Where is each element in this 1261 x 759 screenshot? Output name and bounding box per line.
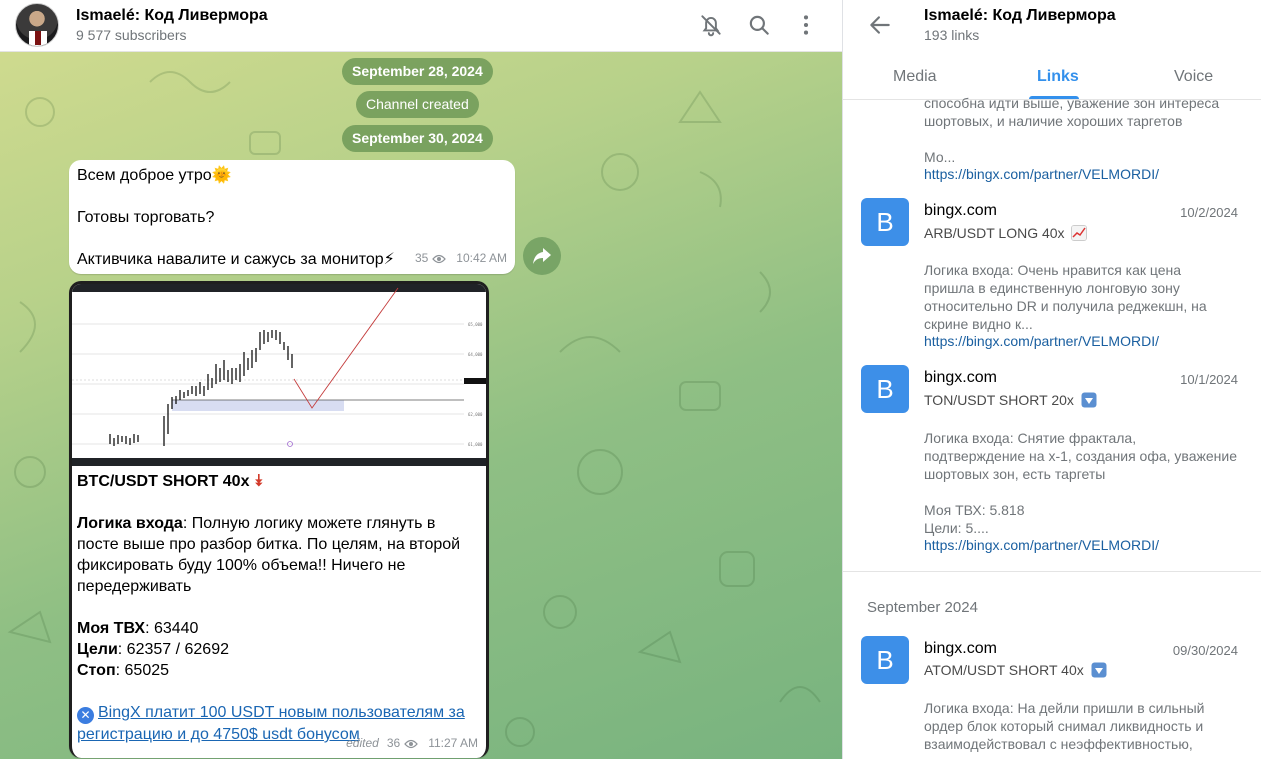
panel-subtitle: 193 links xyxy=(924,27,980,43)
link-date: 10/2/2024 xyxy=(1180,205,1238,220)
bingx-x-icon: ✕ xyxy=(77,707,94,724)
link-description: Логика входа: Очень нравится как цена xyxy=(924,262,1182,278)
link-title: TON/USDT SHORT 20x xyxy=(924,392,1074,408)
tab-voice[interactable]: Voice xyxy=(1174,68,1213,86)
link-description: Логика входа: На дейли пришли в сильный xyxy=(924,700,1205,716)
subscriber-count: 9 577 subscribers xyxy=(76,27,187,43)
link-url[interactable]: https://bingx.com/partner/VELMORDI/ xyxy=(924,166,1159,182)
link-description: шортовых, и наличие хороших таргетов xyxy=(924,113,1183,129)
link-description: Логика входа: Снятие фрактала, xyxy=(924,430,1137,446)
link-description: ордер блок который снимал ликвидность и xyxy=(924,718,1204,734)
link-title: ATOM/USDT SHORT 40x xyxy=(924,662,1084,678)
down-arrow-box-icon xyxy=(1081,392,1097,408)
link-domain[interactable]: bingx.com xyxy=(924,202,997,220)
search-icon[interactable] xyxy=(746,12,772,38)
link-thumbnail[interactable]: B xyxy=(861,198,909,246)
down-arrow-box-icon xyxy=(1091,662,1107,678)
link-url[interactable]: https://bingx.com/partner/VELMORDI/ xyxy=(924,333,1159,349)
link-description: пришла в единственную лонговую зону xyxy=(924,280,1180,296)
lightning-emoji-icon: ⚡ xyxy=(383,251,395,268)
back-arrow-icon[interactable] xyxy=(867,12,893,38)
svg-text:61,000: 61,000 xyxy=(468,442,483,447)
tab-links[interactable]: Links xyxy=(1037,68,1079,86)
link-thumbnail[interactable]: B xyxy=(861,365,909,413)
svg-text:65,000: 65,000 xyxy=(468,322,483,327)
channel-title[interactable]: Ismaelé: Код Ливермора xyxy=(76,7,268,25)
link-description: относительно DR и получила реджекшн, на xyxy=(924,298,1207,314)
link-description: Моя ТВХ: 5.818 xyxy=(924,502,1025,518)
stop-value: : 65025 xyxy=(115,662,170,679)
eye-icon xyxy=(404,739,419,748)
service-message: Channel created xyxy=(356,91,479,118)
link-title: ARB/USDT LONG 40x xyxy=(924,225,1065,241)
link-description: взаимодействовал с неэффективностью, xyxy=(924,736,1193,752)
message-text: Всем доброе утро xyxy=(77,167,212,184)
date-separator: September 30, 2024 xyxy=(342,125,493,152)
message-time: 11:27 AM xyxy=(428,736,478,750)
link-url[interactable]: https://bingx.com/partner/VELMORDI/ xyxy=(924,537,1159,553)
logic-label: Логика входа xyxy=(77,515,183,532)
month-header: September 2024 xyxy=(867,599,978,616)
edited-label: edited xyxy=(346,736,379,750)
link-description: подтверждение на х-1, создания офа, уваж… xyxy=(924,448,1237,464)
link-description: Мо... xyxy=(924,149,956,165)
link-domain[interactable]: bingx.com xyxy=(924,640,997,658)
entry-label: Моя ТВХ xyxy=(77,620,146,637)
link-thumbnail[interactable]: B xyxy=(861,636,909,684)
message-text: Готовы торговать? xyxy=(77,209,215,226)
targets-value: : 62357 / 62692 xyxy=(117,641,229,658)
view-count: 36 xyxy=(386,736,401,750)
date-separator: September 28, 2024 xyxy=(342,58,493,85)
message-bubble[interactable]: 65,000 64,000 62,000 61,000 BTC/USDT SHORT … xyxy=(69,281,489,758)
message-text-block: BTC/USDT SHORT 40x ⯯ Логика входа: Полну… xyxy=(77,471,477,745)
channel-avatar[interactable] xyxy=(15,3,59,47)
message-meta: 35 10:42 AM xyxy=(415,248,507,269)
eye-icon xyxy=(432,254,447,263)
chat-header: Ismaelé: Код Ливермора 9 577 subscribers xyxy=(0,0,842,52)
forward-arrow-icon xyxy=(533,248,551,264)
entry-value: : 63440 xyxy=(145,620,199,637)
sun-emoji-icon: 🌞 xyxy=(211,167,232,184)
link-date: 09/30/2024 xyxy=(1172,643,1238,658)
chart-up-icon xyxy=(1071,225,1088,241)
chat-area: Ismaelé: Код Ливермора 9 577 subscribers… xyxy=(0,0,842,759)
link-date: 10/1/2024 xyxy=(1180,372,1238,387)
message-meta: edited 36 11:27 AM xyxy=(346,733,478,754)
forward-button[interactable] xyxy=(523,237,561,275)
message-time: 10:42 AM xyxy=(456,251,507,265)
tab-media[interactable]: Media xyxy=(893,68,937,86)
mute-bell-icon[interactable] xyxy=(698,12,724,38)
svg-text:62,000: 62,000 xyxy=(468,412,483,417)
trade-heading: BTC/USDT SHORT 40x xyxy=(77,473,250,490)
link-description: скрине видно к... xyxy=(924,316,1033,332)
link-description: способна идти выше, уважение зон интерес… xyxy=(924,95,1220,111)
view-count: 35 xyxy=(414,251,429,265)
targets-label: Цели xyxy=(77,641,118,658)
link-description: шортовых зон, есть таргеты xyxy=(924,466,1106,482)
price-chart: 65,000 64,000 62,000 61,000 xyxy=(72,287,486,466)
down-arrow-emoji-icon: ⯯ xyxy=(253,473,264,490)
panel-title: Ismaelé: Код Ливермора xyxy=(924,7,1116,24)
message-text: Активчика навалите и сажусь за монитор xyxy=(77,251,384,268)
message-bubble[interactable]: Всем доброе утро🌞 Готовы торговать? Акти… xyxy=(69,160,515,274)
chart-screenshot-image[interactable]: 65,000 64,000 62,000 61,000 xyxy=(72,284,486,466)
shared-links-panel: Ismaelé: Код Ливермора 193 links Media L… xyxy=(842,0,1261,759)
link-domain[interactable]: bingx.com xyxy=(924,369,997,387)
svg-text:64,000: 64,000 xyxy=(468,352,483,357)
link-description: Цели: 5.... xyxy=(924,520,989,536)
more-menu-icon[interactable] xyxy=(793,12,819,38)
section-divider xyxy=(843,571,1261,572)
stop-label: Стоп xyxy=(77,662,116,679)
